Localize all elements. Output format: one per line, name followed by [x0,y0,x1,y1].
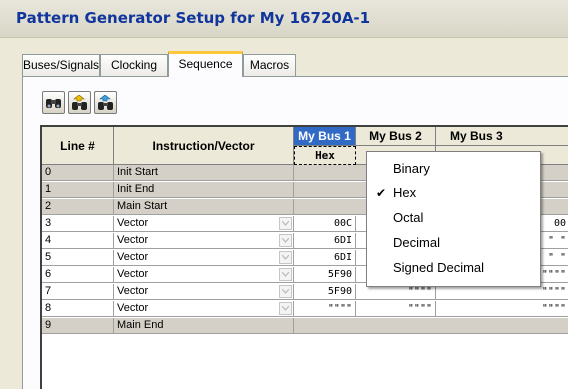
instruction-cell[interactable]: Main Start [114,199,294,215]
instruction-cell[interactable]: Vector [114,216,294,232]
bus1-value-cell[interactable]: 6DI [294,250,356,266]
tab-label: Buses/Signals [23,58,100,72]
find-next-button[interactable] [94,91,117,114]
instruction-cell[interactable]: Init End [114,182,294,198]
tab-label: Macros [249,58,290,72]
instruction-cell[interactable]: Init Start [114,165,294,181]
window-title: Pattern Generator Setup for My 16720A-1 [16,9,371,27]
dropdown-arrow-icon[interactable] [279,285,292,298]
tab-label: Sequence [178,57,233,71]
menu-item-hex[interactable]: ✔ Hex [367,182,540,204]
column-header-instruction[interactable]: Instruction/Vector [114,127,294,165]
menu-item-label: Binary [393,161,430,176]
instruction-label: Vector [117,251,149,263]
dropdown-arrow-icon[interactable] [279,217,292,230]
header-label: My Bus 1 [298,129,351,143]
line-number-cell[interactable]: 7 [42,284,114,300]
menu-item-label: Decimal [393,235,440,250]
line-number-cell[interactable]: 6 [42,267,114,283]
line-number-cell[interactable]: 2 [42,199,114,215]
menu-item-label: Hex [393,185,417,200]
dropdown-arrow-icon[interactable] [279,302,292,315]
checkmark-icon: ✔ [376,186,387,200]
dropdown-arrow-icon[interactable] [279,268,292,281]
tab-buses-signals[interactable]: Buses/Signals [22,54,100,76]
header-label: My Bus 3 [450,129,503,143]
instruction-label: Init End [117,183,155,195]
bus1-value-cell[interactable]: """" [294,301,356,317]
line-number-cell[interactable]: 4 [42,233,114,249]
instruction-cell[interactable]: Main End [114,318,294,334]
bus2-value-cell[interactable]: """" [356,301,436,317]
line-number-cell[interactable]: 9 [42,318,114,334]
bus1-format-selector[interactable]: Hex [294,146,356,165]
find-previous-button[interactable] [68,91,91,114]
header-label: My Bus 2 [369,129,422,143]
menu-item-label: Octal [393,210,424,225]
format-label: Hex [315,149,335,162]
find-previous-icon [72,94,87,110]
instruction-label: Vector [117,217,149,229]
instruction-label: Vector [117,302,149,314]
instruction-label: Main End [117,319,164,331]
header-label: Instruction/Vector [152,138,255,153]
tab-clocking[interactable]: Clocking [100,54,168,76]
column-header-bus2[interactable]: My Bus 2 [356,127,436,146]
line-number-cell[interactable]: 1 [42,182,114,198]
column-header-line[interactable]: Line # [42,127,114,165]
bus1-value-cell[interactable]: 5F90 [294,284,356,300]
instruction-cell[interactable]: Vector [114,233,294,249]
instruction-label: Vector [117,268,149,280]
dropdown-arrow-icon[interactable] [279,251,292,264]
bus1-value-cell[interactable]: 00C [294,216,356,232]
line-number-cell[interactable]: 0 [42,165,114,181]
bus1-value-cell[interactable]: 5F90 [294,267,356,283]
tab-macros[interactable]: Macros [243,54,296,76]
title-bar: Pattern Generator Setup for My 16720A-1 [0,0,568,38]
find-button[interactable] [42,91,65,114]
menu-item-binary[interactable]: Binary [367,158,540,180]
column-header-bus3[interactable]: My Bus 3 [436,127,568,146]
instruction-cell[interactable]: Vector [114,301,294,317]
column-header-bus1[interactable]: My Bus 1 [294,127,356,146]
tab-label: Clocking [110,58,158,72]
menu-item-signed-decimal[interactable]: Signed Decimal [367,257,540,279]
bus3-value-cell[interactable]: """" [436,301,568,317]
instruction-cell[interactable]: Vector [114,250,294,266]
menu-item-label: Signed Decimal [393,260,485,275]
bus1-value-cell[interactable]: 6DI [294,233,356,249]
instruction-label: Main Start [117,200,168,212]
format-context-menu: Binary ✔ Hex Octal Decimal Signed Decima… [366,151,541,287]
line-number-cell[interactable]: 5 [42,250,114,266]
line-number-cell[interactable]: 8 [42,301,114,317]
binoculars-icon [46,98,61,108]
menu-item-octal[interactable]: Octal [367,207,540,229]
find-next-icon [98,94,113,110]
dropdown-arrow-icon[interactable] [279,234,292,247]
tab-sequence[interactable]: Sequence [168,51,243,77]
instruction-cell[interactable]: Vector [114,284,294,300]
instruction-label: Vector [117,285,149,297]
header-label: Line # [60,138,95,153]
instruction-label: Vector [117,234,149,246]
line-number-cell[interactable]: 3 [42,216,114,232]
menu-item-decimal[interactable]: Decimal [367,232,540,254]
dialog-window: Pattern Generator Setup for My 16720A-1 … [0,0,568,389]
instruction-cell[interactable]: Vector [114,267,294,283]
instruction-label: Init Start [117,166,158,178]
label-row-span [294,318,568,334]
